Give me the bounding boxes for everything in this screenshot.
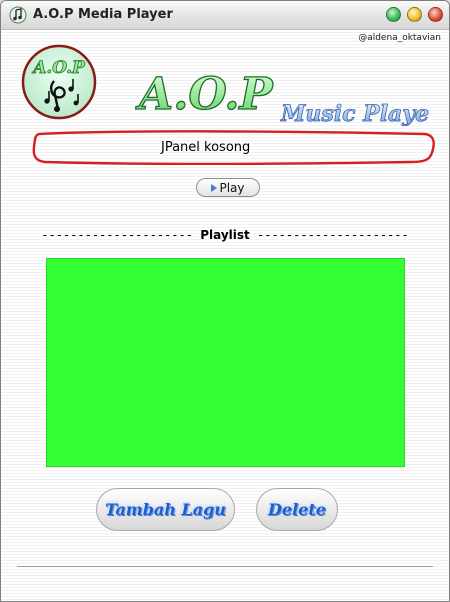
banner-subtitle: Music Player [280,101,429,127]
close-button[interactable] [428,7,443,22]
playlist-dashes-left: --------------------- [41,228,201,242]
title-bar[interactable]: A.O.P Media Player [1,1,449,30]
app-banner: A.O.P Music Player [134,68,429,127]
app-logo-icon [9,6,27,24]
jpanel-label: JPanel kosong [161,140,251,155]
add-song-button-label: Tambah Lagu [105,500,226,519]
play-icon [211,183,218,192]
banner-title: A.O.P [135,69,275,120]
delete-button[interactable]: Delete [256,488,338,531]
playlist-heading: --------------------- Playlist ---------… [1,228,449,242]
music-logo-icon: A.O.P [21,44,97,120]
logo-text: A.O.P [31,58,86,78]
playlist-dashes-right: --------------------- [249,228,409,242]
play-button-label: Play [219,180,245,195]
playlist-list[interactable] [46,258,405,467]
window-title: A.O.P Media Player [33,7,173,22]
bottom-divider [17,566,433,567]
app-window: A.O.P Media Player @aldena_oktavian A.O.… [0,0,450,602]
playlist-label: Playlist [200,228,250,242]
minimize-button[interactable] [386,7,401,22]
delete-button-label: Delete [268,500,326,519]
play-button[interactable]: Play [196,178,260,197]
credit-text: @aldena_oktavian [358,33,441,43]
maximize-button[interactable] [407,7,422,22]
add-song-button[interactable]: Tambah Lagu [96,488,235,531]
